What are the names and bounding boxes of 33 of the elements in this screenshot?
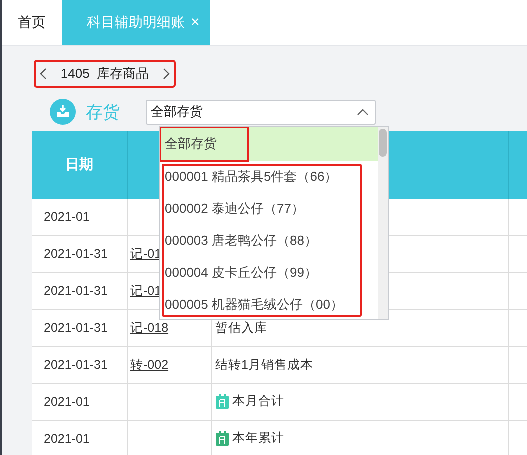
inventory-select[interactable]: 全部存货 xyxy=(146,100,376,124)
dropdown-option[interactable]: 000003 唐老鸭公仔（88） xyxy=(160,225,378,257)
table-cell: 2021-01-31 xyxy=(32,346,127,384)
table-cell: 2021-01 xyxy=(32,199,127,236)
dropdown-option[interactable]: 000004 皮卡丘公仔（99） xyxy=(160,257,378,289)
table-cell: 本年累计 xyxy=(232,430,284,446)
filter-label: 存货 xyxy=(86,102,120,124)
chevron-right-icon[interactable] xyxy=(163,68,170,80)
table-cell: 2021-01-31 xyxy=(32,310,127,346)
calendar-icon xyxy=(216,430,228,446)
chevron-left-icon[interactable] xyxy=(40,68,47,80)
highlight-box: 全部存货 xyxy=(161,128,247,160)
table-cell: 本月合计 xyxy=(232,392,284,410)
dropdown-option[interactable]: 000001 精品茶具5件套（66） xyxy=(160,161,378,193)
dropdown-option[interactable]: 000002 泰迪公仔（77） xyxy=(160,193,378,225)
table-cell: 结转1月销售成本 xyxy=(216,356,314,374)
voucher-link[interactable]: 转-002 xyxy=(130,358,169,372)
chevron-up-icon xyxy=(357,108,369,116)
column-header: 日期 xyxy=(32,131,127,199)
voucher-link[interactable]: 记-018 xyxy=(130,320,169,334)
dropdown-option[interactable]: 000005 机器猫毛绒公仔（00） xyxy=(160,289,378,319)
table-cell: 2021-01-31 xyxy=(32,236,127,272)
table-cell: 2021-01 xyxy=(32,384,127,420)
scrollbar-thumb[interactable] xyxy=(379,129,387,157)
table-cell: 2021-01 xyxy=(32,420,127,455)
dropdown-option[interactable]: 全部存货 xyxy=(160,127,378,161)
table-cell: 暂估入库 xyxy=(216,320,268,336)
calendar-icon xyxy=(216,394,228,408)
voucher-link[interactable]: 记-01 xyxy=(130,246,162,260)
table-cell: 2021-01-31 xyxy=(32,272,127,310)
inbox-icon xyxy=(50,99,76,125)
account-label: 1405 库存商品 xyxy=(60,65,150,83)
voucher-link[interactable]: 记-01 xyxy=(130,284,162,298)
